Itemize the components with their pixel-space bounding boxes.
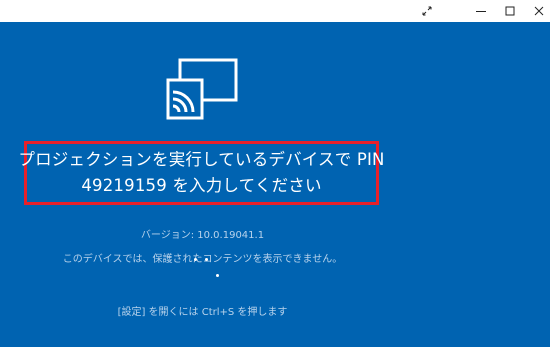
maximize-button[interactable] bbox=[494, 0, 526, 22]
pin-prompt-line-1: プロジェクションを実行しているデバイスで PIN bbox=[18, 150, 385, 169]
loading-dot bbox=[216, 274, 219, 277]
settings-hint: [設定] を開くには Ctrl+S を押します bbox=[117, 307, 288, 318]
maximize-icon bbox=[505, 6, 515, 16]
minimize-button[interactable] bbox=[465, 0, 497, 22]
fullscreen-icon[interactable] bbox=[411, 0, 443, 22]
projection-icon bbox=[166, 58, 238, 120]
minimize-icon bbox=[476, 11, 486, 12]
loading-dot bbox=[205, 258, 208, 261]
close-button[interactable] bbox=[523, 0, 550, 22]
protected-content-notice: このデバイスでは、保護されたコンテンツを表示できません。 bbox=[62, 254, 343, 265]
pin-prompt-highlight: プロジェクションを実行しているデバイスで PIN 49219159 を入力してく… bbox=[18, 141, 384, 205]
loading-dot bbox=[194, 258, 197, 261]
title-bar bbox=[0, 0, 550, 22]
close-icon bbox=[534, 6, 544, 16]
version-label: バージョン: 10.0.19041.1 bbox=[140, 230, 265, 241]
pin-prompt-line-2: 49219159 を入力してください bbox=[81, 176, 322, 195]
